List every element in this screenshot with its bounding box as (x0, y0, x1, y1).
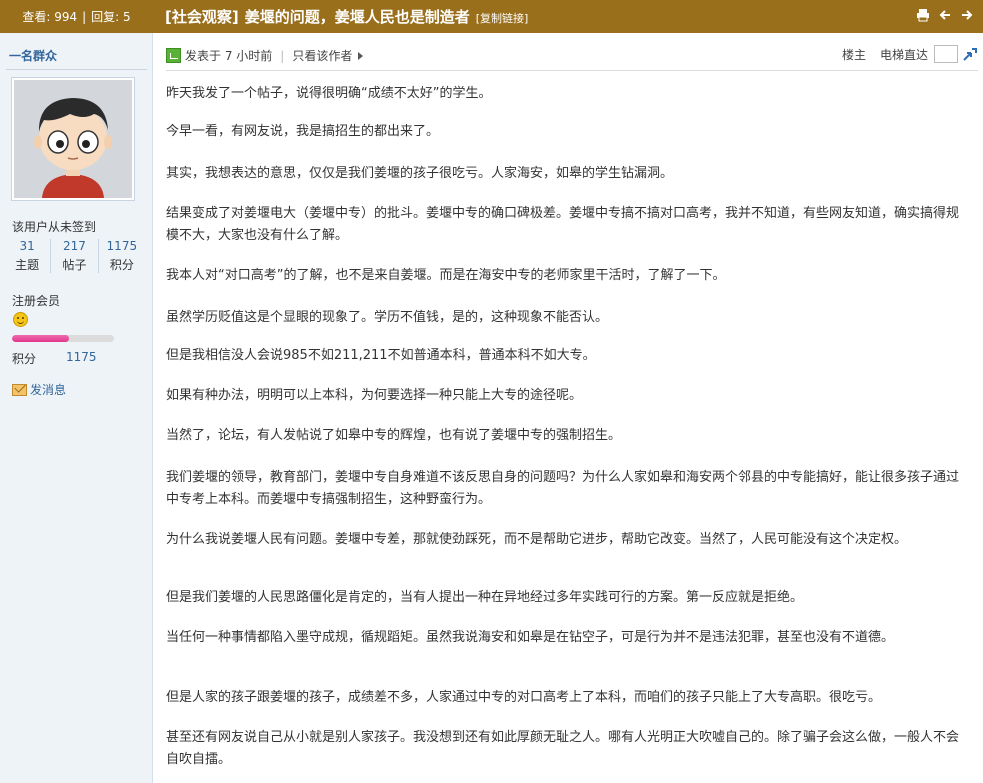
post-paragraph: 其实，我想表达的意思，仅仅是我们姜堰的孩子很吃亏。人家海安，如皋的学生钻漏洞。 (166, 166, 674, 181)
post-paragraph: 当任何一种事情都陷入墨守成规，循规蹈矩。虽然我说海安和如皋是在钻空子，可是行为并… (166, 630, 895, 645)
post-paragraph: 结果变成了对姜堰电大（姜堰中专）的批斗。姜堰中专的确口碑极差。姜堰中专搞不搞对口… (166, 206, 960, 243)
views-label: 查看: (22, 10, 51, 24)
post-nav: 楼主 电梯直达 (842, 45, 978, 63)
topics-count[interactable]: 31 (4, 239, 50, 253)
floor-label: 楼主 (841, 47, 866, 62)
thread-stats: 查看: 994 | 回复: 5 (0, 8, 153, 25)
jump-label: 电梯直达 (879, 47, 928, 62)
credits-label: 积分 (109, 258, 134, 272)
thread-title: [社会观察] 姜堰的问题，姜堰人民也是制造者 [复制链接] (165, 6, 528, 27)
title-toolbar (915, 7, 975, 23)
stat-credits[interactable]: 1175 积分 (97, 239, 145, 273)
avatar[interactable] (11, 77, 135, 201)
smiley-rank-icon (13, 312, 28, 327)
stat-topics[interactable]: 31 主题 (4, 239, 50, 273)
post-paragraph: 甚至还有网友说自己从小就是别人家孩子。我没想到还有如此厚颜无耻之人。哪有人光明正… (166, 730, 960, 767)
replies-count: 5 (123, 10, 131, 24)
posts-label: 帖子 (62, 258, 87, 272)
post-paragraph: 但是我们姜堰的人民思路僵化是肯定的，当有人提出一种在异地经过多年实践可行的方案。… (166, 590, 804, 605)
user-rank[interactable]: 注册会员 (12, 292, 60, 309)
posts-count[interactable]: 217 (51, 239, 97, 253)
thread-subject: 姜堰的问题，姜堰人民也是制造者 (244, 8, 470, 26)
rank-progress-bar (12, 335, 114, 342)
post-paragraph: 如果有种办法，明明可以上本科，为何要选择一种只能上大专的途径呢。 (166, 388, 583, 403)
post-paragraph: 今早一看，有网友说，我是搞招生的都出来了。 (166, 124, 440, 139)
go-floor-icon[interactable] (962, 46, 978, 62)
post-header: 发表于 7 小时前 | 只看该作者 楼主 电梯直达 (166, 43, 978, 69)
views-count: 994 (54, 10, 78, 24)
meta-divider: | (280, 48, 285, 63)
user-points: 积分 1175 (12, 350, 97, 367)
divider (6, 69, 147, 70)
post-paragraph: 但是我相信没人会说985不如211,211不如普通本科，普通本科不如大专。 (166, 348, 596, 363)
post-paragraph: 昨天我发了一个帖子，说得很明确“成绩不太好”的学生。 (166, 86, 492, 101)
post-paragraph: 我本人对“对口高考”的了解，也不是来自姜堰。而是在海安中专的老师家里干活时，了解… (166, 268, 726, 283)
replies-label: 回复: (91, 10, 120, 24)
send-message-label: 发消息 (30, 383, 67, 397)
stats-divider: | (82, 10, 87, 24)
rank-progress-fill (12, 335, 70, 342)
stat-posts[interactable]: 217 帖子 (50, 239, 97, 273)
post-paragraph: 但是人家的孩子跟姜堰的孩子，成绩差不多，人家通过中专的对口高考上了本科，而咱们的… (166, 690, 882, 705)
thread-category[interactable]: [社会观察] (165, 6, 239, 27)
points-label: 积分 (12, 352, 37, 366)
previous-thread-icon[interactable] (937, 7, 953, 23)
points-value: 1175 (66, 350, 97, 364)
thread-title-bar: 查看: 994 | 回复: 5 [社会观察] 姜堰的问题，姜堰人民也是制造者 [复制… (0, 0, 983, 33)
print-icon[interactable] (915, 7, 931, 23)
next-thread-icon[interactable] (959, 7, 975, 23)
send-message-button[interactable]: 发消息 (12, 381, 66, 398)
credits-count[interactable]: 1175 (99, 239, 145, 253)
post-header-divider (166, 70, 978, 71)
user-stats: 31 主题 217 帖子 1175 积分 (4, 239, 145, 273)
post-paragraph: 当然了，论坛，有人发帖说了如皋中专的辉煌，也有说了姜堰中专的强制招生。 (166, 428, 622, 443)
copy-link-button[interactable]: [复制链接] (476, 10, 529, 26)
floor-jump-input[interactable] (934, 45, 958, 63)
only-author-link[interactable]: 只看该作者 (292, 47, 352, 64)
triangle-right-icon (358, 51, 364, 60)
author-sidebar: 一名群众 该用户从未签到 31 主题 217 帖子 1175 积分 注册会员 积… (0, 33, 153, 783)
posted-time: 发表于 7 小时前 (185, 49, 273, 63)
author-name[interactable]: 一名群众 (9, 47, 57, 64)
checkin-status: 该用户从未签到 (12, 220, 97, 234)
post-paragraph: 为什么我说姜堰人民有问题。姜堰中专差，那就使劲踩死，而不是帮助它进步，帮助它改变… (166, 532, 908, 547)
post-paragraph: 虽然学历贬值这是个显眼的现象了。学历不值钱，是的，这种现象不能否认。 (166, 310, 609, 325)
topics-label: 主题 (15, 258, 40, 272)
post-meta: 发表于 7 小时前 | 只看该作者 (166, 47, 364, 64)
online-status-icon (166, 48, 181, 63)
post-paragraph: 我们姜堰的领导，教育部门，姜堰中专自身难道不该反思自身的问题吗？为什么人家如皋和… (166, 470, 960, 507)
avatar-image (14, 80, 132, 198)
envelope-icon (12, 383, 27, 396)
